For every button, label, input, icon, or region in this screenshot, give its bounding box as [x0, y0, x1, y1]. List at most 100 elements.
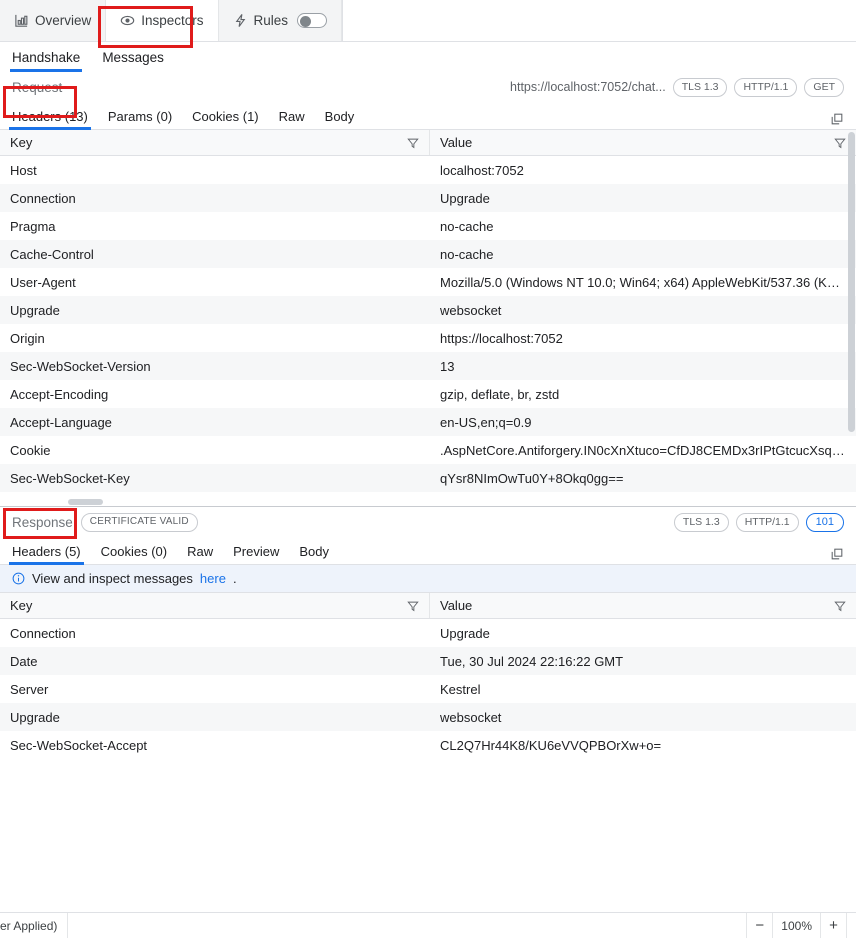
chart-icon	[14, 13, 29, 28]
request-copy-icon[interactable]	[830, 112, 844, 126]
table-row[interactable]: Upgrade websocket	[0, 703, 856, 731]
header-key-cell: Connection	[10, 625, 76, 641]
zoom-level[interactable]: 100%	[772, 913, 820, 938]
status-spacer	[68, 913, 746, 938]
response-tab-body-label: Body	[299, 544, 330, 559]
response-header: Response CERTIFICATE VALID TLS 1.3 HTTP/…	[0, 507, 856, 537]
response-col-value[interactable]: Value	[430, 593, 856, 618]
header-key-cell: Sec-WebSocket-Accept	[10, 737, 148, 753]
table-row[interactable]: Connection Upgrade	[0, 184, 856, 212]
response-copy-icon[interactable]	[830, 547, 844, 561]
header-value-cell: CL2Q7Hr44K8/KU6eVVQPBOrXw+o=	[440, 737, 662, 753]
table-row[interactable]: User-Agent Mozilla/5.0 (Windows NT 10.0; …	[0, 268, 856, 296]
request-vertical-scrollbar[interactable]	[848, 132, 855, 432]
request-headers-table: Key Value Host localhost:7052 Connection Up…	[0, 130, 856, 506]
request-table-body[interactable]: Host localhost:7052 Connection Upgrade Pragm…	[0, 156, 856, 506]
header-value-cell: qYsr8NImOwTu0Y+8Okq0gg==	[440, 470, 624, 486]
table-row[interactable]: Cache-Control no-cache	[0, 240, 856, 268]
request-tab-params[interactable]: Params (0)	[108, 109, 172, 129]
request-horizontal-scrollbar[interactable]	[68, 499, 103, 505]
response-key-filter-icon[interactable]	[407, 600, 419, 612]
table-row[interactable]: Accept-Language en-US,en;q=0.9	[0, 408, 856, 436]
request-col-key[interactable]: Key	[0, 130, 430, 155]
table-row[interactable]: Origin https://localhost:7052	[0, 324, 856, 352]
response-chip-protocol: HTTP/1.1	[735, 512, 799, 532]
request-chip-protocol: HTTP/1.1	[734, 77, 798, 97]
tab-rules[interactable]: Rules	[218, 0, 343, 41]
header-value-cell: gzip, deflate, br, zstd	[440, 386, 560, 402]
status-filter-label: er Applied)	[0, 918, 58, 933]
request-chip-tls: TLS 1.3	[672, 77, 728, 97]
table-row[interactable]: Server Kestrel	[0, 675, 856, 703]
zoom-in-button[interactable]: +	[820, 913, 846, 938]
response-pane: Response CERTIFICATE VALID TLS 1.3 HTTP/…	[0, 507, 856, 912]
tab-inspectors-label: Inspectors	[141, 13, 204, 28]
rules-toggle[interactable]	[297, 13, 328, 28]
header-key-cell: Date	[10, 653, 38, 669]
response-table-body[interactable]: Connection Upgrade Date Tue, 30 Jul 2024 22…	[0, 619, 856, 912]
tab-overview[interactable]: Overview	[0, 0, 107, 41]
tab-rules-label: Rules	[253, 13, 289, 28]
response-value-filter-icon[interactable]	[834, 600, 846, 612]
request-url: https://localhost:7052/chat...	[510, 80, 666, 94]
request-tab-headers[interactable]: Headers (13)	[9, 109, 91, 130]
header-value-cell: https://localhost:7052	[440, 330, 563, 346]
response-tab-raw[interactable]: Raw	[187, 544, 213, 564]
response-tab-body[interactable]: Body	[299, 544, 329, 564]
table-row[interactable]: Pragma no-cache	[0, 212, 856, 240]
header-value-cell: no-cache	[440, 246, 494, 262]
header-key-cell: Sec-WebSocket-Version	[10, 358, 151, 374]
table-row[interactable]: Sec-WebSocket-Key qYsr8NImOwTu0Y+8Okq0gg=…	[0, 464, 856, 492]
response-tabs: Headers (5) Cookies (0) Raw Preview Body	[0, 537, 856, 565]
header-key-cell: Cache-Control	[10, 246, 94, 262]
table-row[interactable]: Accept-Encoding gzip, deflate, br, zstd	[0, 380, 856, 408]
subtab-messages[interactable]: Messages	[102, 42, 164, 72]
table-row[interactable]: Connection Upgrade	[0, 619, 856, 647]
response-info-text: View and inspect messages	[32, 571, 193, 586]
status-bar-end	[846, 913, 856, 938]
response-chip-tls: TLS 1.3	[673, 512, 729, 532]
header-key-cell: Connection	[10, 190, 76, 206]
zoom-in-label: +	[829, 917, 838, 934]
request-tab-cookies[interactable]: Cookies (1)	[192, 109, 258, 129]
response-info-link[interactable]: here	[200, 571, 226, 586]
table-row[interactable]: Upgrade websocket	[0, 296, 856, 324]
response-title: Response	[12, 514, 73, 530]
request-col-key-label: Key	[10, 135, 33, 150]
table-row[interactable]: Sec-WebSocket-Version 13	[0, 352, 856, 380]
header-key-cell: Server	[10, 681, 49, 697]
request-col-value-label: Value	[440, 135, 473, 150]
header-key-cell: Host	[10, 162, 37, 178]
response-tab-raw-label: Raw	[187, 544, 214, 559]
handshake-messages-tabs: Handshake Messages	[0, 42, 856, 72]
header-key-cell: Accept-Language	[10, 414, 112, 430]
response-tab-cookies[interactable]: Cookies (0)	[101, 544, 167, 564]
header-key-cell: Upgrade	[10, 302, 60, 318]
top-tab-bar: Overview Inspectors Rules	[0, 0, 856, 42]
header-value-cell: no-cache	[440, 218, 494, 234]
response-tab-preview[interactable]: Preview	[233, 544, 279, 564]
request-table-head: Key Value	[0, 130, 856, 156]
response-col-key[interactable]: Key	[0, 593, 430, 618]
request-tab-raw[interactable]: Raw	[279, 109, 305, 129]
request-tab-body-label: Body	[324, 109, 355, 124]
response-info-suffix: .	[232, 571, 237, 586]
table-row[interactable]: Date Tue, 30 Jul 2024 22:16:22 GMT	[0, 647, 856, 675]
subtab-messages-label: Messages	[102, 49, 164, 65]
request-tab-body[interactable]: Body	[325, 109, 355, 129]
zoom-out-button[interactable]: −	[746, 913, 772, 938]
header-value-cell: websocket	[440, 709, 502, 725]
table-row[interactable]: Cookie .AspNetCore.Antiforgery.IN0cXnXtuc…	[0, 436, 856, 464]
request-pane: Request https://localhost:7052/chat... T…	[0, 72, 856, 506]
response-tab-headers[interactable]: Headers (5)	[9, 544, 84, 565]
header-value-cell: Mozilla/5.0 (Windows NT 10.0; Win64; x64…	[440, 274, 848, 290]
table-row[interactable]: Host localhost:7052	[0, 156, 856, 184]
request-col-value[interactable]: Value	[430, 130, 856, 155]
subtab-handshake[interactable]: Handshake	[9, 42, 83, 72]
tab-inspectors[interactable]: Inspectors	[106, 0, 219, 41]
request-value-filter-icon[interactable]	[834, 137, 846, 149]
request-tab-cookies-label: Cookies (1)	[192, 109, 259, 124]
request-key-filter-icon[interactable]	[407, 137, 419, 149]
table-row[interactable]: Sec-WebSocket-Accept CL2Q7Hr44K8/KU6eVVQP…	[0, 731, 856, 759]
header-key-cell: Pragma	[10, 218, 56, 234]
